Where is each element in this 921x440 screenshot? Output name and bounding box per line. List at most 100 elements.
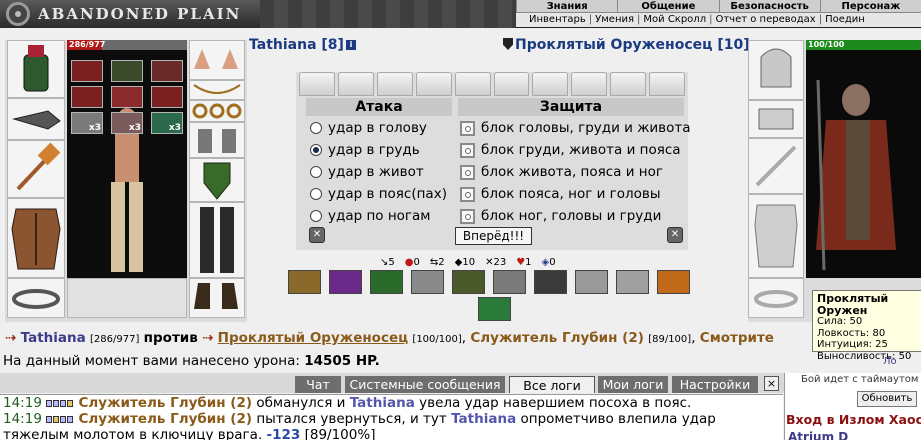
defense-option[interactable]: блок живота, пояса и ног — [460, 162, 663, 182]
skill-icon[interactable] — [370, 270, 403, 294]
defense-option[interactable]: блок головы, груди и живота — [460, 118, 691, 138]
enemy-helmet-slot[interactable] — [748, 40, 804, 100]
attack-option[interactable]: удар в голову — [310, 118, 427, 138]
swords-icon[interactable]: ✕ — [309, 227, 325, 243]
enemy-armor-slot[interactable] — [748, 194, 804, 278]
tab-my-logs[interactable]: Мои логи — [598, 376, 668, 393]
skill-icon[interactable] — [493, 270, 526, 294]
menu-knowledge[interactable]: Знания — [516, 0, 617, 12]
defense-option[interactable]: блок груди, живота и пояса — [460, 140, 681, 160]
item-stack-slot[interactable]: x3 — [111, 112, 143, 134]
menu-security[interactable]: Безопасность — [718, 0, 820, 12]
scroll-slot[interactable] — [415, 72, 452, 96]
scroll-slot[interactable] — [532, 72, 569, 96]
tab-settings[interactable]: Настройки — [672, 376, 758, 393]
enemy-gloves-slot[interactable] — [748, 100, 804, 138]
belt-slot[interactable] — [7, 278, 65, 318]
attack-option[interactable]: удар в живот — [310, 162, 424, 182]
chat-actor[interactable]: Служитель Глубин (2) — [79, 395, 253, 411]
buff-slot[interactable] — [111, 60, 143, 82]
fighter-player-name[interactable]: Tathiana — [21, 330, 86, 346]
shield-slot[interactable] — [189, 158, 245, 202]
skill-icon[interactable] — [478, 297, 511, 321]
scroll-slot[interactable] — [376, 72, 413, 96]
menu-character[interactable]: Персонаж — [819, 0, 921, 12]
scroll-slot[interactable] — [610, 72, 647, 96]
tab-system[interactable]: Системные сообщения — [345, 376, 505, 393]
skill-icon[interactable] — [575, 270, 608, 294]
necklace-slot[interactable] — [189, 80, 245, 100]
item-stack-slot[interactable]: x3 — [151, 112, 183, 134]
buff-slot[interactable] — [71, 60, 103, 82]
defense-radio[interactable] — [460, 186, 475, 202]
scroll-slot[interactable] — [337, 72, 374, 96]
close-icon[interactable]: × — [764, 376, 779, 391]
submenu-duels[interactable]: Поедин — [822, 13, 868, 27]
forward-button[interactable]: Вперёд!!! — [455, 227, 532, 245]
side-link[interactable]: Ло — [883, 356, 897, 367]
submenu-transfers[interactable]: Отчет о переводах — [712, 13, 818, 27]
legs-slot[interactable] — [189, 202, 245, 278]
defense-radio[interactable] — [460, 120, 475, 136]
earrings-slot[interactable] — [189, 40, 245, 80]
attack-option[interactable]: удар в пояс(пах) — [310, 184, 447, 204]
attack-radio[interactable] — [310, 188, 322, 200]
submenu-my-scroll[interactable]: Мой Скролл — [640, 13, 709, 27]
tab-chat[interactable]: Чат — [295, 376, 341, 393]
attack-radio[interactable] — [310, 210, 322, 222]
submenu-skills[interactable]: Умения — [592, 13, 637, 27]
enemy-weapon-slot[interactable] — [748, 138, 804, 194]
scroll-slot[interactable] — [299, 72, 335, 96]
scroll-slot[interactable] — [493, 72, 530, 96]
attack-radio[interactable] — [310, 122, 322, 134]
attack-radio-selected[interactable] — [310, 144, 322, 156]
fighter-enemy3-name[interactable]: Смотрите — [700, 330, 774, 346]
buff-slot[interactable] — [151, 60, 183, 82]
refresh-button[interactable]: Обновить — [857, 391, 917, 407]
skill-icon[interactable] — [657, 270, 690, 294]
side-user-name[interactable]: Atrium D — [788, 430, 848, 440]
enemy-belt-slot[interactable] — [748, 278, 804, 318]
buff-slot[interactable] — [71, 86, 103, 108]
defense-option[interactable]: блок ног, головы и груди — [460, 206, 661, 226]
boots-slot[interactable] — [189, 278, 245, 318]
tab-all-logs[interactable]: Все логи — [509, 376, 595, 393]
bracers-slot[interactable] — [189, 122, 245, 158]
skill-icon[interactable] — [534, 270, 567, 294]
defense-radio[interactable] — [460, 208, 475, 224]
defense-option[interactable]: блок пояса, ног и головы — [460, 184, 661, 204]
skill-icon[interactable] — [288, 270, 321, 294]
submenu-inventory[interactable]: Инвентарь — [526, 13, 589, 27]
fighter-enemy2-name[interactable]: Служитель Глубин (2) — [470, 330, 644, 346]
chat-target[interactable]: Tathiana — [451, 411, 516, 427]
helmet-slot[interactable] — [7, 40, 65, 98]
chat-actor[interactable]: Служитель Глубин (2) — [79, 411, 253, 427]
scroll-slot[interactable] — [454, 72, 491, 96]
item-stack-slot[interactable]: x3 — [71, 112, 103, 134]
skill-icon[interactable] — [616, 270, 649, 294]
scroll-slot[interactable] — [571, 72, 608, 96]
swords-icon[interactable]: ✕ — [667, 227, 683, 243]
player-name[interactable]: Tathiana — [249, 37, 317, 53]
gloves-slot[interactable] — [7, 98, 65, 140]
defense-radio[interactable] — [460, 142, 475, 158]
attack-radio[interactable] — [310, 166, 322, 178]
defense-radio[interactable] — [460, 164, 475, 180]
scroll-slot[interactable] — [649, 72, 686, 96]
armor-slot[interactable] — [7, 198, 65, 278]
weapon-slot[interactable] — [7, 140, 65, 198]
attack-option[interactable]: удар по ногам — [310, 206, 430, 226]
skill-icon[interactable] — [452, 270, 485, 294]
game-logo[interactable]: ABANDONED PLAIN — [0, 0, 260, 28]
enemy-portrait[interactable] — [806, 50, 921, 278]
attack-option[interactable]: удар в грудь — [310, 140, 420, 160]
buff-slot[interactable] — [151, 86, 183, 108]
enemy-name[interactable]: Проклятый Оруженосец — [515, 37, 713, 53]
skill-icon[interactable] — [329, 270, 362, 294]
info-icon[interactable]: i — [345, 40, 356, 50]
fighter-enemy1-name[interactable]: Проклятый Оруженосец — [218, 330, 408, 346]
buff-slot[interactable] — [111, 86, 143, 108]
chat-target[interactable]: Tathiana — [350, 395, 415, 411]
skill-icon[interactable] — [411, 270, 444, 294]
menu-communication[interactable]: Общение — [617, 0, 718, 12]
